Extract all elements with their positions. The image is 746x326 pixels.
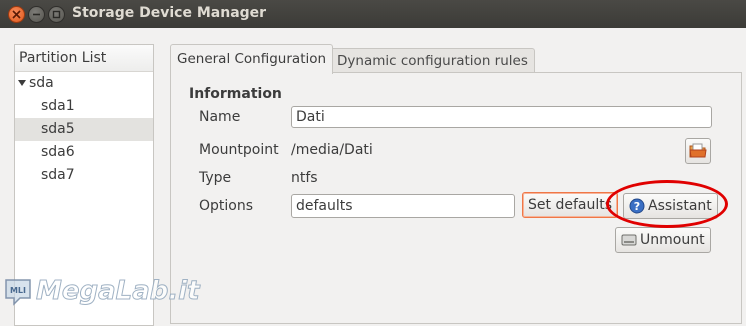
watermark-text: MegaLab.it (36, 276, 201, 307)
help-icon: ? (629, 198, 645, 214)
tab-dynamic-configuration-rules[interactable]: Dynamic configuration rules (330, 48, 535, 73)
unmount-button[interactable]: Unmount (615, 227, 711, 253)
maximize-icon (52, 10, 61, 19)
options-label: Options (199, 198, 254, 214)
minimize-icon (33, 13, 40, 16)
options-input[interactable] (291, 194, 515, 218)
mountpoint-label: Mountpoint (199, 142, 279, 158)
folder-icon (689, 143, 707, 158)
drive-icon (621, 234, 637, 246)
open-folder-button[interactable] (685, 138, 711, 164)
unmount-label: Unmount (640, 232, 705, 248)
minimize-button[interactable] (28, 6, 45, 23)
tree-item-sda5[interactable]: sda5 (15, 118, 153, 141)
expander-triangle-icon[interactable] (18, 80, 26, 86)
watermark-badge-text: MLI (10, 286, 26, 295)
tree-item-sda6[interactable]: sda6 (15, 141, 153, 164)
close-button[interactable] (8, 6, 25, 23)
window-title: Storage Device Manager (72, 5, 267, 21)
tree-item-label: sda6 (41, 144, 75, 160)
tree-item-label: sda (29, 75, 54, 91)
tab-general-configuration[interactable]: General Configuration (170, 44, 334, 74)
mountpoint-value: /media/Dati (291, 142, 373, 158)
assistant-label: Assistant (648, 198, 712, 214)
set-defaults-label: Set defaults (528, 197, 612, 213)
partition-list-header[interactable]: Partition List (15, 45, 153, 72)
title-bar: Storage Device Manager (0, 0, 746, 28)
tree-item-sda1[interactable]: sda1 (15, 95, 153, 118)
type-label: Type (199, 170, 232, 186)
close-icon (12, 10, 21, 19)
svg-text:?: ? (634, 200, 640, 213)
tree-item-label: sda1 (41, 98, 75, 114)
type-value: ntfs (291, 170, 318, 186)
assistant-button[interactable]: ? Assistant (623, 193, 718, 219)
set-defaults-button[interactable]: Set defaults (522, 192, 618, 218)
tree-item-sda[interactable]: sda (15, 72, 153, 95)
watermark: MLI MegaLab.it (2, 272, 200, 316)
tree-item-sda7[interactable]: sda7 (15, 164, 153, 187)
general-configuration-panel: Information Name Mountpoint /media/Dati … (170, 72, 742, 324)
tree-item-label: sda7 (41, 167, 75, 183)
name-input[interactable] (291, 106, 712, 128)
name-label: Name (199, 109, 241, 125)
tree-item-label: sda5 (41, 121, 75, 137)
section-title: Information (189, 86, 282, 102)
watermark-logo-icon: MLI (5, 279, 31, 306)
maximize-button[interactable] (48, 6, 65, 23)
